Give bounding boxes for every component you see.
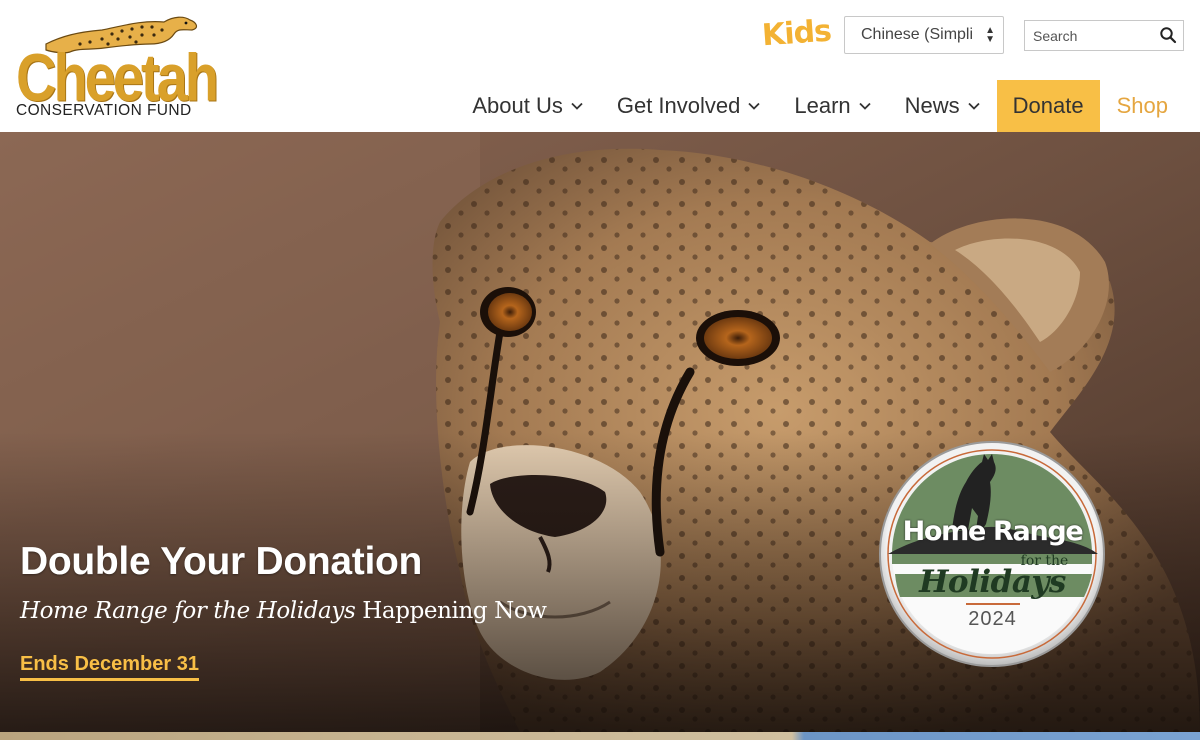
main-nav: About Us Get Involved Learn News Donate …: [455, 80, 1200, 132]
hero-title: Double Your Donation: [20, 540, 423, 583]
search-input[interactable]: [1025, 21, 1155, 50]
cheetah-conservation-fund-logo[interactable]: Cheetah CONSERVATION FUND: [14, 14, 219, 120]
badge-title: Home Range: [902, 516, 1084, 547]
search-icon[interactable]: [1159, 26, 1177, 44]
nav-news-label: News: [904, 93, 960, 118]
logo-subtitle: CONSERVATION FUND: [16, 102, 192, 119]
nav-news[interactable]: News: [888, 80, 997, 132]
hero-subtitle-italic: Home Range for the Holidays: [20, 598, 356, 624]
badge-holidays: Holidays: [919, 564, 1066, 600]
language-select[interactable]: Chinese (Simpli ▲ ▼: [844, 16, 1004, 54]
chevron-down-icon: [748, 102, 760, 110]
nav-learn-label: Learn: [794, 93, 851, 118]
chevron-down-icon: [859, 102, 871, 110]
badge-seal-graphic: [879, 441, 1105, 667]
hero-banner[interactable]: Double Your Donation Home Range for the …: [0, 132, 1200, 732]
hero-subtitle: Home Range for the Holidays Happening No…: [20, 598, 547, 624]
home-range-holidays-badge: Home Range for the Holidays 2024: [870, 432, 1115, 667]
nav-get-involved[interactable]: Get Involved: [600, 80, 778, 132]
select-arrows-icon: ▲ ▼: [985, 25, 995, 45]
hero-subtitle-rest: Happening Now: [355, 598, 547, 624]
search-box: [1024, 20, 1184, 51]
kids-link[interactable]: Kids: [761, 14, 832, 54]
next-section-preview: [0, 732, 1200, 740]
chevron-down-icon: [571, 102, 583, 110]
nav-about-us-label: About Us: [472, 93, 563, 118]
hero-cta-link[interactable]: Ends December 31: [20, 653, 199, 681]
nav-learn[interactable]: Learn: [777, 80, 887, 132]
language-select-value: Chinese (Simpli: [861, 26, 974, 43]
nav-about-us[interactable]: About Us: [455, 80, 600, 132]
site-header: Cheetah CONSERVATION FUND Kids Chinese (…: [0, 0, 1200, 132]
chevron-down-icon: [968, 102, 980, 110]
donate-button[interactable]: Donate: [996, 80, 1100, 132]
nav-get-involved-label: Get Involved: [616, 93, 741, 118]
badge-year: 2024: [968, 608, 1017, 630]
shop-link[interactable]: Shop: [1100, 80, 1200, 132]
